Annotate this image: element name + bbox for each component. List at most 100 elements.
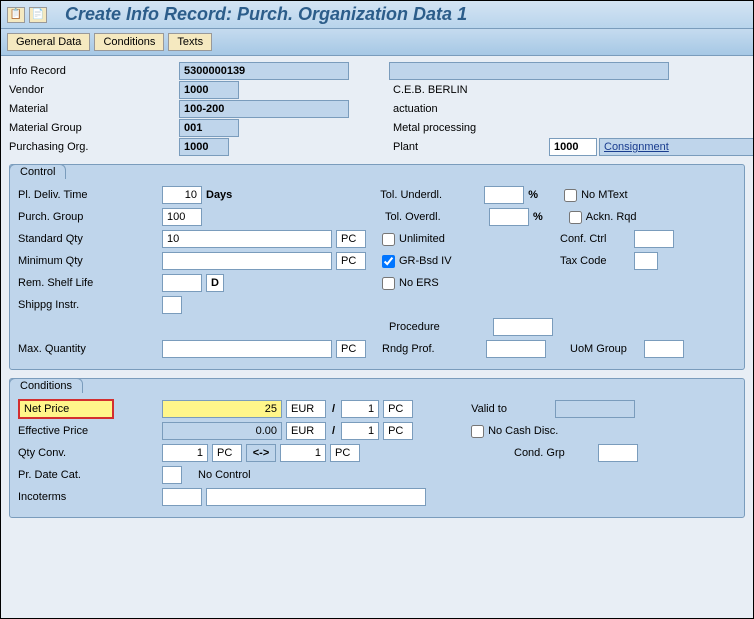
netprice-label: Net Price [18,399,114,419]
stdqty-unit[interactable] [336,230,366,248]
uom-input[interactable] [644,340,684,358]
pgroup-label: Purch. Group [18,210,158,224]
control-group: Control Pl. Deliv. Time Days Tol. Underd… [9,164,745,370]
info-record-desc [389,62,669,80]
minqty-label: Minimum Qty [18,254,158,268]
qtyconv-label: Qty Conv. [18,446,158,460]
info-record-field: 5300000139 [179,62,349,80]
no-mtext-check[interactable]: No MText [564,189,627,202]
arrow: <-> [246,444,276,462]
plant-field[interactable]: 1000 [549,138,597,156]
vendor-field: 1000 [179,81,239,99]
remshelf-label: Rem. Shelf Life [18,276,158,290]
effprice-unit[interactable] [383,422,413,440]
matgroup-label: Material Group [9,121,179,135]
validto-label: Valid to [471,402,551,416]
effprice-field: 0.00 [162,422,282,440]
qtyconv2-unit[interactable] [330,444,360,462]
matgroup-desc: Metal processing [389,122,753,134]
material-field: 100-200 [179,100,349,118]
porg-label: Purchasing Org. [9,140,179,154]
material-label: Material [9,102,179,116]
tab-general-data[interactable]: General Data [7,33,90,51]
qtyconv1-input[interactable] [162,444,208,462]
pl-deliv-label: Pl. Deliv. Time [18,188,158,202]
tol-under-label: Tol. Underdl. [380,188,480,202]
tabs-bar: General Data Conditions Texts [1,29,753,56]
procedure-input[interactable] [493,318,553,336]
vendor-name: C.E.B. BERLIN [389,84,753,96]
maxqty-input[interactable] [162,340,332,358]
tab-texts[interactable]: Texts [168,33,212,51]
stdqty-label: Standard Qty [18,232,158,246]
validto-field [555,400,635,418]
tol-under-input[interactable] [484,186,524,204]
vendor-label: Vendor [9,83,179,97]
days-label: Days [206,188,232,202]
confctrl-input[interactable] [634,230,674,248]
remshelf-input[interactable] [162,274,202,292]
qtyconv1-unit[interactable] [212,444,242,462]
incoterms-text[interactable] [206,488,426,506]
ackn-rqd-check[interactable]: Ackn. Rqd [569,211,637,224]
netprice-unit[interactable] [383,400,413,418]
tol-over-label: Tol. Overdl. [385,210,485,224]
incoterms-input[interactable] [162,488,202,506]
netprice-input[interactable] [162,400,282,418]
minqty-unit[interactable] [336,252,366,270]
condgrp-label: Cond. Grp [514,446,594,460]
nav-icon-2[interactable]: 📄 [29,7,47,23]
rndg-label: Rndg Prof. [382,342,482,356]
taxcode-input[interactable] [634,252,658,270]
nocash-check[interactable]: No Cash Disc. [471,425,558,438]
shippg-input[interactable] [162,296,182,314]
netprice-curr[interactable] [286,400,326,418]
conditions-group: Conditions Net Price / Valid to Effectiv… [9,378,745,518]
pgroup-input[interactable] [162,208,202,226]
porg-field: 1000 [179,138,229,156]
sap-window: 📋 📄 Create Info Record: Purch. Organizat… [0,0,754,619]
qtyconv2-input[interactable] [280,444,326,462]
tol-over-input[interactable] [489,208,529,226]
slash-2: / [330,425,337,437]
plant-label: Plant [389,141,549,153]
pct-2: % [533,210,543,224]
effprice-per[interactable] [341,422,379,440]
tab-conditions[interactable]: Conditions [94,33,164,51]
prdate-input[interactable] [162,466,182,484]
matgroup-field: 001 [179,119,239,137]
pl-deliv-input[interactable] [162,186,202,204]
taxcode-label: Tax Code [560,254,630,268]
maxqty-label: Max. Quantity [18,342,158,356]
rndg-input[interactable] [486,340,546,358]
unlimited-check[interactable]: Unlimited [382,233,532,246]
maxqty-unit[interactable] [336,340,366,358]
plant-link[interactable]: Consignment [599,138,753,156]
material-desc: actuation [389,103,753,115]
nocontrol-label: No Control [198,468,251,482]
remshelf-unit[interactable] [206,274,224,292]
stdqty-input[interactable] [162,230,332,248]
control-group-title: Control [9,164,66,179]
shippg-label: Shippg Instr. [18,298,158,312]
content: Info Record 5300000139 Vendor 1000 C.E.B… [1,56,753,618]
prdate-label: Pr. Date Cat. [18,468,158,482]
condgrp-input[interactable] [598,444,638,462]
noers-check[interactable]: No ERS [382,277,532,290]
netprice-per[interactable] [341,400,379,418]
minqty-input[interactable] [162,252,332,270]
header-area: Info Record 5300000139 Vendor 1000 C.E.B… [9,62,745,156]
effprice-curr[interactable] [286,422,326,440]
grbsd-check[interactable]: GR-Bsd IV [382,255,532,268]
page-title: Create Info Record: Purch. Organization … [65,4,467,25]
uom-label: UoM Group [570,342,640,356]
confctrl-label: Conf. Ctrl [560,232,630,246]
incoterms-label: Incoterms [18,490,158,504]
nav-icon-1[interactable]: 📋 [7,7,25,23]
title-bar: 📋 📄 Create Info Record: Purch. Organizat… [1,1,753,29]
slash-1: / [330,403,337,415]
effprice-label: Effective Price [18,424,158,438]
procedure-label: Procedure [389,320,489,334]
conditions-group-title: Conditions [9,378,83,393]
info-record-label: Info Record [9,64,179,78]
